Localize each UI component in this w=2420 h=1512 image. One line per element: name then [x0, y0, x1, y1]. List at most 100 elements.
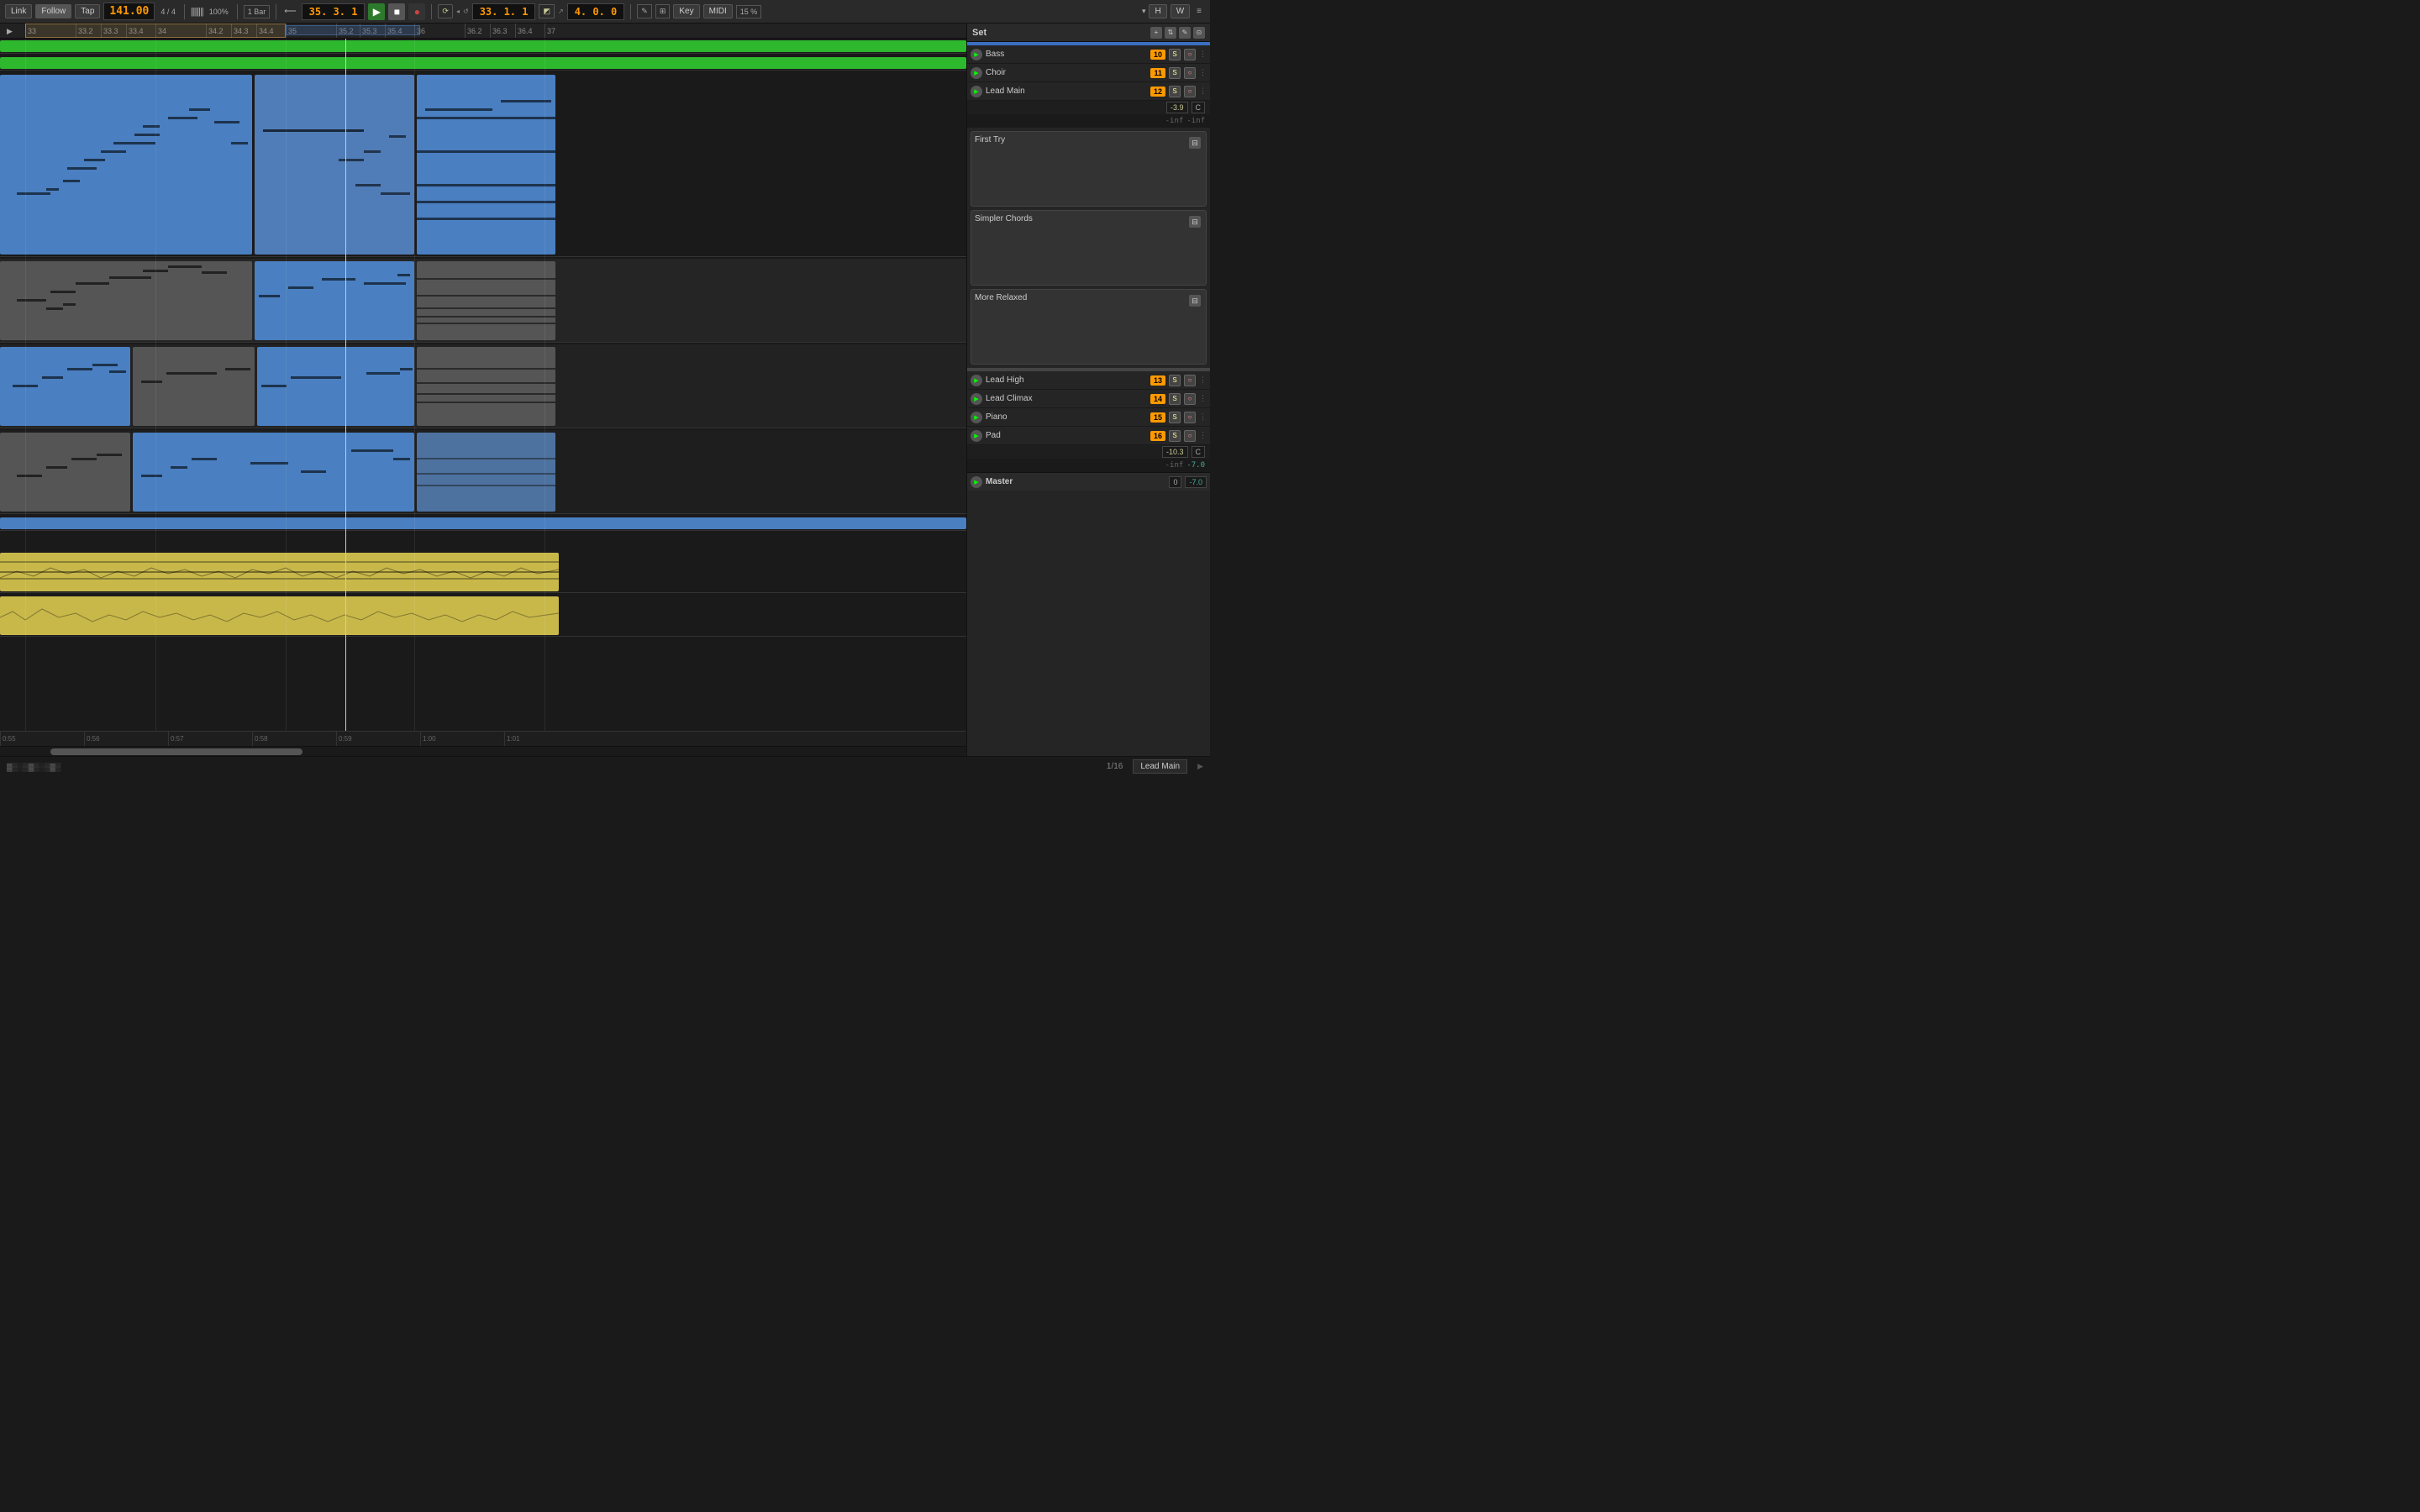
pad-pan[interactable]: C — [1192, 446, 1206, 458]
bass-more-icon[interactable]: ⋮ — [1199, 50, 1207, 59]
pad-more-icon[interactable]: ⋮ — [1199, 431, 1207, 440]
lead-climax-play-btn[interactable]: ▶ — [971, 393, 982, 405]
stop-button[interactable]: ■ — [388, 3, 405, 20]
master-pan[interactable]: -7.0 — [1185, 476, 1207, 488]
clip-gray-right-1[interactable] — [417, 261, 555, 340]
piano-track-num[interactable]: 15 — [1150, 412, 1165, 423]
clip-slot-more-relaxed[interactable]: More Relaxed ⊟ — [971, 289, 1207, 365]
piano-more-icon[interactable]: ⋮ — [1199, 412, 1207, 422]
play-button[interactable]: ▶ — [368, 3, 385, 20]
lead-main-pan[interactable]: C — [1192, 102, 1206, 113]
piano-play-btn[interactable]: ▶ — [971, 412, 982, 423]
clip-relaxed-gray-2[interactable] — [417, 433, 555, 512]
h-button[interactable]: H — [1149, 4, 1166, 18]
clip-lead-main-3[interactable] — [417, 75, 555, 255]
lead-main-more-icon[interactable]: ⋮ — [1199, 87, 1207, 96]
simpler-chords-icon[interactable]: ⊟ — [1189, 216, 1201, 228]
first-try-icon[interactable]: ⊟ — [1189, 137, 1201, 149]
choir-more-icon[interactable]: ⋮ — [1199, 68, 1207, 77]
master-vol[interactable]: 0 — [1169, 476, 1181, 488]
clip-gray-1[interactable] — [0, 261, 252, 340]
more-relaxed-icon[interactable]: ⊟ — [1189, 295, 1201, 307]
record-button[interactable]: ● — [408, 3, 425, 20]
lead-climax-s-btn[interactable]: S — [1169, 393, 1181, 405]
clip-bass-top[interactable] — [0, 40, 966, 52]
lead-climax-track-num[interactable]: 14 — [1150, 394, 1165, 404]
lead-main-s-btn[interactable]: S — [1169, 86, 1181, 97]
lead-main-vol[interactable]: -3.9 — [1166, 102, 1188, 113]
choir-play-btn[interactable]: ▶ — [971, 67, 982, 79]
tap-button[interactable]: Tap — [75, 4, 100, 18]
loop-end-display: 4. 0. 0 — [567, 3, 625, 20]
clip-relaxed-blue[interactable] — [133, 433, 414, 512]
loop-bracket[interactable] — [286, 25, 420, 35]
lead-main-o-btn[interactable]: ○ — [1184, 86, 1196, 97]
panel-camera-icon[interactable]: ⊙ — [1193, 27, 1205, 39]
horizontal-scrollbar[interactable] — [0, 746, 966, 756]
choir-o-btn[interactable]: ○ — [1184, 67, 1196, 79]
piano-s-btn[interactable]: S — [1169, 412, 1181, 423]
back-icon[interactable]: ⟵ — [282, 5, 297, 18]
key-button[interactable]: Key — [673, 4, 699, 18]
grid-icon[interactable]: ⊞ — [655, 4, 671, 18]
bass-s-btn[interactable]: S — [1169, 49, 1181, 60]
clip-slot-simpler-chords[interactable]: Simpler Chords ⊟ — [971, 210, 1207, 286]
clip-simpler-blue-2[interactable] — [257, 347, 414, 426]
track-row-simpler-chords — [0, 344, 966, 428]
clip-lead-high[interactable] — [0, 517, 966, 529]
panel-arrows-icon[interactable]: ⇅ — [1165, 27, 1176, 39]
pad-vol-row: -10.3 C — [967, 445, 1210, 459]
clip-relaxed-blue-right[interactable] — [417, 433, 555, 512]
time-ruler[interactable]: 0:55 0:56 0:57 0:58 0:59 1:00 1:01 — [0, 731, 966, 746]
clip-blue-first-try-mid[interactable] — [255, 261, 414, 340]
lead-climax-more-icon[interactable]: ⋮ — [1199, 394, 1207, 403]
midi-button[interactable]: MIDI — [703, 4, 733, 18]
clip-lead-main-2[interactable] — [255, 75, 414, 255]
clip-lead-main-1[interactable] — [0, 75, 252, 255]
w-button[interactable]: W — [1171, 4, 1190, 18]
bpm-display[interactable]: 141.00 — [103, 3, 155, 20]
pad-track-num[interactable]: 16 — [1150, 431, 1165, 441]
lead-high-play-btn[interactable]: ▶ — [971, 375, 982, 386]
loop-region[interactable] — [25, 24, 286, 38]
clip-relaxed-gray-1[interactable] — [0, 433, 130, 512]
clip-slot-first-try[interactable]: First Try ⊟ — [971, 131, 1207, 207]
bass-track-num[interactable]: 10 — [1150, 50, 1165, 60]
lead-high-o-btn[interactable]: ○ — [1184, 375, 1196, 386]
panel-edit-icon[interactable]: ✎ — [1179, 27, 1191, 39]
loop-meter-icon[interactable]: ◩ — [539, 4, 555, 18]
bass-play-btn[interactable]: ▶ — [971, 49, 982, 60]
lead-high-track-num[interactable]: 13 — [1150, 375, 1165, 386]
clip-piano[interactable] — [0, 553, 559, 591]
piano-o-btn[interactable]: ○ — [1184, 412, 1196, 423]
follow-button[interactable]: Follow — [35, 4, 71, 18]
menu-icon[interactable]: ≡ — [1193, 5, 1205, 18]
clip-simpler-gray-2[interactable] — [417, 347, 555, 426]
choir-s-btn[interactable]: S — [1169, 67, 1181, 79]
clip-pad[interactable] — [0, 596, 559, 635]
time-sig[interactable]: 4 / 4 — [158, 6, 178, 18]
lead-climax-o-btn[interactable]: ○ — [1184, 393, 1196, 405]
pad-vol[interactable]: -10.3 — [1162, 446, 1188, 458]
quantize-select[interactable]: 1 Bar — [244, 5, 271, 18]
loop-icon[interactable]: ⟳ — [438, 4, 453, 18]
pencil-icon[interactable]: ✎ — [637, 4, 652, 18]
pad-o-btn[interactable]: ○ — [1184, 430, 1196, 442]
scrollbar-thumb[interactable] — [50, 748, 302, 755]
pad-play-btn[interactable]: ▶ — [971, 430, 982, 442]
choir-track-num[interactable]: 11 — [1150, 68, 1165, 78]
selected-track-name[interactable]: Lead Main — [1133, 759, 1187, 774]
master-play-btn[interactable]: ▶ — [971, 476, 982, 488]
lead-high-more-icon[interactable]: ⋮ — [1199, 375, 1207, 385]
bass-o-btn[interactable]: ○ — [1184, 49, 1196, 60]
clip-simpler-1[interactable] — [0, 347, 130, 426]
lead-main-track-num[interactable]: 12 — [1150, 87, 1165, 97]
panel-add-icon[interactable]: + — [1150, 27, 1162, 39]
clip-simpler-gray-1[interactable] — [133, 347, 255, 426]
link-button[interactable]: Link — [5, 4, 32, 18]
clip-choir[interactable] — [0, 57, 966, 69]
lead-high-s-btn[interactable]: S — [1169, 375, 1181, 386]
arrangement-ruler[interactable]: ▶ 33 33.2 33.3 33.4 34 34.2 34.3 34.4 35… — [0, 24, 966, 39]
lead-main-play-btn[interactable]: ▶ — [971, 86, 982, 97]
pad-s-btn[interactable]: S — [1169, 430, 1181, 442]
